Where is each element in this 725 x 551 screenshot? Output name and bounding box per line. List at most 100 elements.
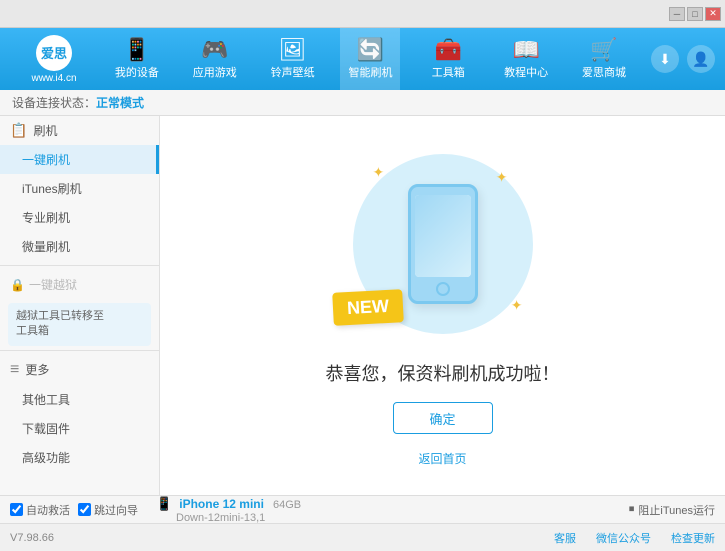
confirm-button[interactable]: 确定: [393, 402, 493, 434]
nav-wallpaper[interactable]: 🖼 铃声壁纸: [263, 28, 323, 90]
main-layout: 📋 刷机 一键刷机 iTunes刷机 专业刷机 微量刷机 🔒 一键越狱 越狱工具…: [0, 116, 725, 495]
new-badge: NEW: [332, 289, 404, 326]
status-value: 正常模式: [96, 94, 144, 111]
itunes-stop-button[interactable]: ⏹ 阻止iTunes运行: [629, 502, 715, 518]
new-badge-text: NEW: [346, 296, 389, 318]
tutorial-icon: 📖: [512, 39, 539, 61]
info-bar: V7.98.66 客服 微信公众号 检查更新: [0, 523, 725, 551]
nav-store[interactable]: 🛒 爱思商城: [574, 28, 634, 90]
my-device-icon: 📱: [123, 39, 150, 61]
flash-section-icon: 📋: [10, 122, 27, 139]
logo-url: www.i4.cn: [31, 73, 76, 84]
window-controls: ─ □ ✕: [669, 7, 721, 21]
pro-flash-label: 专业刷机: [22, 211, 70, 225]
nav-store-label: 爱思商城: [582, 64, 626, 80]
success-card: ✦ ✦ ✦ NEW 恭喜您，保资料刷机成功啦！ 确定 返回首页: [326, 144, 560, 467]
info-links: 客服 微信公众号 检查更新: [554, 530, 715, 546]
status-bar: 设备连接状态： 正常模式: [0, 90, 725, 116]
sidebar-item-one-click-flash[interactable]: 一键刷机: [0, 145, 159, 174]
content-area: ✦ ✦ ✦ NEW 恭喜您，保资料刷机成功啦！ 确定 返回首页: [160, 116, 725, 495]
sidebar-item-pro-flash[interactable]: 专业刷机: [0, 203, 159, 232]
auto-rescue-label: 自动救活: [26, 502, 70, 518]
jailbreak-label: 一键越狱: [29, 276, 77, 293]
sidebar-item-advanced[interactable]: 高级功能: [0, 443, 159, 472]
device-info: 📱 iPhone 12 mini 64GB Down-12mini-13,1: [156, 496, 301, 524]
logo-icon: 爱思: [36, 35, 72, 71]
success-title: 恭喜您，保资料刷机成功啦！: [326, 360, 560, 386]
device-name: iPhone 12 mini: [179, 497, 264, 511]
skip-wizard-checkbox[interactable]: [78, 503, 91, 516]
nav-smart-flash-label: 智能刷机: [348, 64, 392, 80]
user-button[interactable]: 👤: [687, 45, 715, 73]
smart-flash-icon: 🔄: [357, 39, 384, 61]
sidebar-divider-1: [0, 265, 159, 266]
nav-items: 📱 我的设备 🎮 应用游戏 🖼 铃声壁纸 🔄 智能刷机 🧰 工具箱 📖 教程中心…: [98, 28, 643, 90]
lock-icon: 🔒: [10, 278, 25, 292]
nav-toolbox[interactable]: 🧰 工具箱: [418, 28, 478, 90]
minimize-button[interactable]: ─: [669, 7, 685, 21]
nav-my-device[interactable]: 📱 我的设备: [107, 28, 167, 90]
sidebar-item-itunes-flash[interactable]: iTunes刷机: [0, 174, 159, 203]
phone-illustration: ✦ ✦ ✦ NEW: [343, 144, 543, 344]
nav-right-buttons: ⬇ 👤: [651, 45, 715, 73]
wallpaper-icon: 🖼: [279, 39, 307, 61]
nav-my-device-label: 我的设备: [115, 64, 159, 80]
sidebar-section-more: ≡ 更多: [0, 355, 159, 385]
title-bar: ─ □ ✕: [0, 0, 725, 28]
nav-apps-label: 应用游戏: [193, 64, 237, 80]
more-section-label: 更多: [25, 361, 49, 378]
download-button[interactable]: ⬇: [651, 45, 679, 73]
jailbreak-notice-text: 越狱工具已转移至工具箱: [16, 310, 104, 337]
close-button[interactable]: ✕: [705, 7, 721, 21]
device-storage: 64GB: [273, 499, 301, 511]
phone-home-button: [436, 282, 450, 296]
download-firmware-label: 下载固件: [22, 422, 70, 436]
device-system: Down-12mini-13,1: [176, 512, 265, 524]
auto-rescue-checkbox[interactable]: [10, 503, 23, 516]
sidebar-divider-2: [0, 350, 159, 351]
return-link[interactable]: 返回首页: [418, 450, 466, 467]
wechat-link[interactable]: 微信公众号: [596, 530, 651, 546]
logo-area: 爱思 www.i4.cn: [10, 35, 98, 84]
itunes-flash-label: iTunes刷机: [22, 182, 82, 196]
nav-tutorial-label: 教程中心: [504, 64, 548, 80]
more-section-icon: ≡: [10, 361, 19, 379]
bottom-bar: 自动救活 跳过向导 📱 iPhone 12 mini 64GB Down-12m…: [0, 495, 725, 523]
toolbox-icon: 🧰: [435, 39, 462, 61]
status-label: 设备连接状态：: [12, 94, 96, 111]
maximize-button[interactable]: □: [687, 7, 703, 21]
sidebar-jailbreak-notice: 越狱工具已转移至工具箱: [8, 303, 151, 346]
device-icon: 📱: [156, 496, 172, 511]
phone-body: [408, 184, 478, 304]
nav-smart-flash[interactable]: 🔄 智能刷机: [340, 28, 400, 90]
sidebar: 📋 刷机 一键刷机 iTunes刷机 专业刷机 微量刷机 🔒 一键越狱 越狱工具…: [0, 116, 160, 495]
nav-apps[interactable]: 🎮 应用游戏: [185, 28, 245, 90]
sparkle-icon-1: ✦: [373, 164, 385, 181]
itunes-stop-label: 阻止iTunes运行: [638, 502, 715, 518]
sidebar-section-flash: 📋 刷机: [0, 116, 159, 145]
sidebar-section-jailbreak: 🔒 一键越狱: [0, 270, 159, 299]
sparkle-icon-3: ✦: [511, 297, 523, 314]
sidebar-item-micro-flash[interactable]: 微量刷机: [0, 232, 159, 261]
sidebar-item-other-tools[interactable]: 其他工具: [0, 385, 159, 414]
check-update-link[interactable]: 检查更新: [671, 530, 715, 546]
version-text: V7.98.66: [10, 532, 54, 544]
flash-section-label: 刷机: [33, 122, 57, 139]
itunes-stop-icon: ⏹: [629, 503, 635, 516]
sidebar-item-download-firmware[interactable]: 下载固件: [0, 414, 159, 443]
header: 爱思 www.i4.cn 📱 我的设备 🎮 应用游戏 🖼 铃声壁纸 🔄 智能刷机…: [0, 28, 725, 90]
auto-rescue-checkbox-label[interactable]: 自动救活: [10, 502, 70, 518]
apps-icon: 🎮: [201, 39, 228, 61]
skip-wizard-checkbox-label[interactable]: 跳过向导: [78, 502, 138, 518]
one-click-flash-label: 一键刷机: [22, 153, 70, 167]
nav-tutorial[interactable]: 📖 教程中心: [496, 28, 556, 90]
customer-service-link[interactable]: 客服: [554, 530, 576, 546]
sparkle-icon-2: ✦: [496, 169, 508, 186]
nav-toolbox-label: 工具箱: [432, 64, 465, 80]
advanced-label: 高级功能: [22, 451, 70, 465]
phone-screen: [415, 195, 471, 277]
other-tools-label: 其他工具: [22, 393, 70, 407]
micro-flash-label: 微量刷机: [22, 240, 70, 254]
nav-wallpaper-label: 铃声壁纸: [271, 64, 315, 80]
store-icon: 🛒: [590, 39, 617, 61]
